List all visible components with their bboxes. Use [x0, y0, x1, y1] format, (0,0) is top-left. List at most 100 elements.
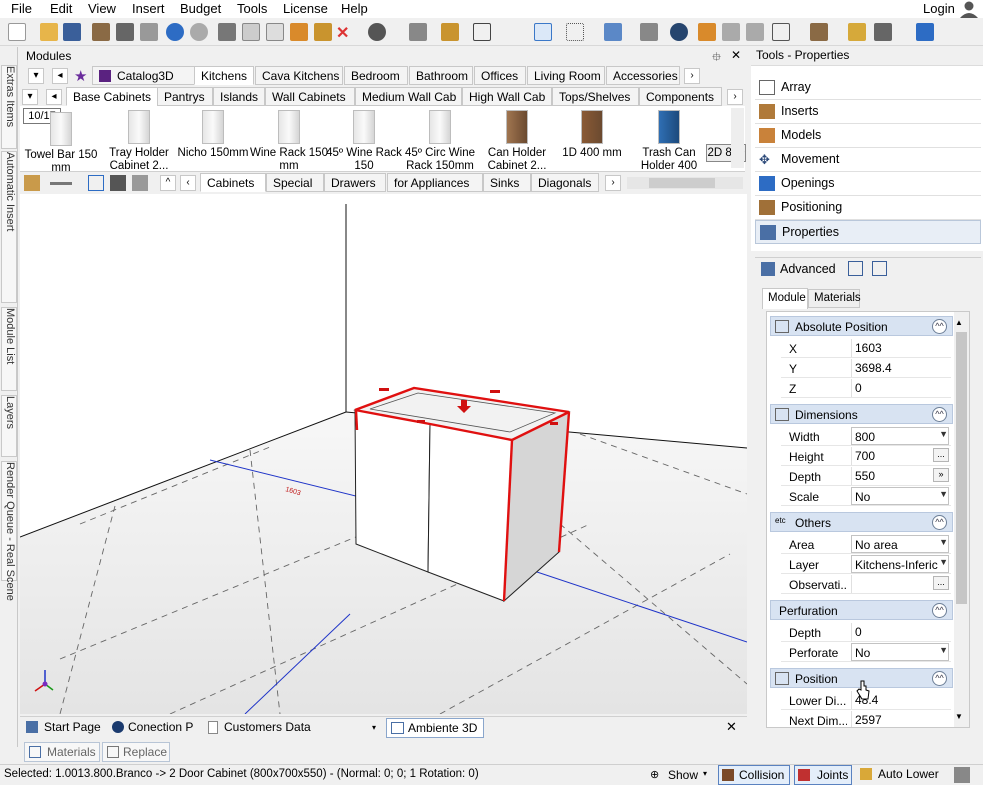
- prop-z[interactable]: Z0: [781, 378, 951, 398]
- module-45-wine-rack[interactable]: 45º Wine Rack 150: [325, 106, 403, 172]
- module-trash-can-holder[interactable]: Trash Can Holder 400 mm: [630, 106, 708, 172]
- prop-perf-depth[interactable]: Depth 0: [781, 622, 951, 642]
- vtab-render-queue[interactable]: Render Queue - Real Scene: [1, 461, 17, 601]
- cabinet-door-left[interactable]: [354, 409, 431, 573]
- copy-icon[interactable]: [242, 23, 260, 41]
- cut-icon[interactable]: [218, 23, 236, 41]
- brush-icon[interactable]: [314, 23, 332, 41]
- box-icon[interactable]: [92, 23, 110, 41]
- chevron-down-icon[interactable]: ▼: [939, 489, 948, 499]
- menu-tools[interactable]: Tools: [237, 1, 267, 16]
- module-tray-holder[interactable]: Tray Holder Cabinet 2...: [100, 106, 178, 172]
- tab-cabinets[interactable]: Cabinets: [200, 173, 266, 192]
- resize-handle-left[interactable]: [379, 388, 389, 391]
- select-cursor-icon[interactable]: [534, 23, 552, 41]
- open-folder-icon[interactable]: [40, 23, 58, 41]
- auto-lower-toggle[interactable]: Auto Lower: [858, 765, 948, 785]
- scroll-up-icon[interactable]: ▲: [955, 318, 963, 327]
- camera-icon[interactable]: [874, 23, 892, 41]
- sub-dropdown-icon[interactable]: ▾: [22, 89, 38, 105]
- tab-module[interactable]: Module: [762, 288, 808, 309]
- tab-cava-kitchens[interactable]: Cava Kitchens: [255, 66, 343, 85]
- resize-handle-right[interactable]: [550, 422, 558, 425]
- filter-scroll-thumb[interactable]: [649, 178, 715, 188]
- prop-next-dim[interactable]: Next Dim... 2597: [781, 710, 951, 727]
- advanced-toggle[interactable]: Advanced: [759, 259, 839, 279]
- select-area-icon[interactable]: [566, 23, 584, 41]
- arrow-right-icon[interactable]: [746, 23, 764, 41]
- chevron-down-icon[interactable]: ▼: [939, 537, 948, 547]
- tool-positioning[interactable]: Positioning: [755, 196, 981, 220]
- tab-diagonals[interactable]: Diagonals: [531, 173, 599, 192]
- chevron-down-icon[interactable]: ▼: [939, 557, 948, 567]
- chevron-down-icon[interactable]: ▼: [939, 645, 948, 655]
- paste-icon[interactable]: [266, 23, 284, 41]
- tab-for-appliances[interactable]: for Appliances: [387, 173, 483, 192]
- star-icon[interactable]: ★: [74, 67, 92, 85]
- list-view-icon[interactable]: [848, 261, 863, 276]
- move-icon[interactable]: [698, 23, 716, 41]
- delete-icon[interactable]: ✕: [336, 23, 354, 42]
- redo-icon[interactable]: [190, 23, 208, 41]
- tab-tops-shelves[interactable]: Tops/Shelves: [552, 87, 639, 106]
- menu-edit[interactable]: Edit: [50, 1, 72, 16]
- scroll-thumb[interactable]: [956, 332, 967, 604]
- menu-help[interactable]: Help: [341, 1, 368, 16]
- save-icon[interactable]: [63, 23, 81, 41]
- sub-next-icon[interactable]: ›: [727, 89, 743, 105]
- collapse-icon[interactable]: ^^: [932, 407, 947, 422]
- filter-grid-icon[interactable]: [132, 175, 148, 191]
- property-scrollbar[interactable]: ▲ ▼: [954, 312, 969, 727]
- module-towel-bar[interactable]: Towel Bar 150 mm: [22, 106, 100, 172]
- filter-up-icon[interactable]: ^: [160, 175, 176, 191]
- hammer-icon[interactable]: [290, 23, 308, 41]
- menu-insert[interactable]: Insert: [132, 1, 165, 16]
- module-nicho[interactable]: Nicho 150mm: [174, 106, 252, 172]
- grid-icon[interactable]: [916, 23, 934, 41]
- tool-inserts[interactable]: Inserts: [755, 100, 981, 124]
- tab-wall-cabinets[interactable]: Wall Cabinets: [265, 87, 355, 106]
- tab-high-wall-cab[interactable]: High Wall Cab: [462, 87, 552, 106]
- arrow-left-icon[interactable]: [722, 23, 740, 41]
- module-wine-rack[interactable]: Wine Rack 150 mm: [250, 106, 328, 172]
- collapse-icon[interactable]: ^^: [932, 671, 947, 686]
- prop-width[interactable]: Width 800 ▼: [781, 426, 951, 446]
- tab-ambiente-3d[interactable]: Ambiente 3D: [386, 718, 484, 738]
- tab-bedroom[interactable]: Bedroom: [344, 66, 408, 85]
- layers-icon[interactable]: [604, 23, 622, 41]
- new-file-icon[interactable]: [8, 23, 26, 41]
- menu-file[interactable]: File: [11, 1, 32, 16]
- vtab-extras-items[interactable]: Extras Items: [1, 65, 17, 149]
- prop-height[interactable]: Height 700...: [781, 446, 951, 466]
- window-icon[interactable]: [772, 23, 790, 41]
- tab-connection[interactable]: Conection P: [108, 720, 200, 737]
- cube-icon[interactable]: [810, 23, 828, 41]
- vtab-layers[interactable]: Layers: [1, 395, 17, 457]
- paint-bucket-icon[interactable]: [640, 23, 658, 41]
- prop-scale[interactable]: Scale No ▼: [781, 486, 951, 506]
- tool-models[interactable]: Models: [755, 124, 981, 148]
- tab-sinks[interactable]: Sinks: [483, 173, 531, 192]
- expand-button[interactable]: »: [933, 468, 949, 482]
- group-perfuration[interactable]: Perfuration ^^: [770, 600, 953, 620]
- module-1d-400[interactable]: 1D 400 mm: [553, 106, 631, 172]
- print-icon[interactable]: [116, 23, 134, 41]
- tab-start-page[interactable]: Start Page: [22, 720, 108, 737]
- tool-movement[interactable]: ✥ Movement: [755, 148, 981, 172]
- prop-y[interactable]: Y 3698.4: [781, 358, 951, 378]
- category-prev-icon[interactable]: ◂: [52, 68, 68, 84]
- scene-3d[interactable]: 1603: [20, 194, 747, 714]
- collapse-icon[interactable]: ^^: [932, 515, 947, 530]
- catalog-scrollbar[interactable]: [731, 108, 744, 168]
- prop-depth[interactable]: Depth 550»: [781, 466, 951, 486]
- prop-perforate[interactable]: Perforate No ▼: [781, 642, 951, 662]
- filter-hscroll[interactable]: [627, 177, 743, 189]
- tab-materials[interactable]: Materials: [808, 289, 861, 308]
- layout-icon[interactable]: [409, 23, 427, 41]
- sub-prev-icon[interactable]: ◂: [46, 89, 62, 105]
- preview-icon[interactable]: [140, 23, 158, 41]
- tab-replace[interactable]: Replace: [102, 742, 170, 762]
- prop-observation[interactable]: Observati......: [781, 574, 951, 594]
- close-icon[interactable]: ✕: [731, 48, 741, 62]
- menu-view[interactable]: View: [88, 1, 116, 16]
